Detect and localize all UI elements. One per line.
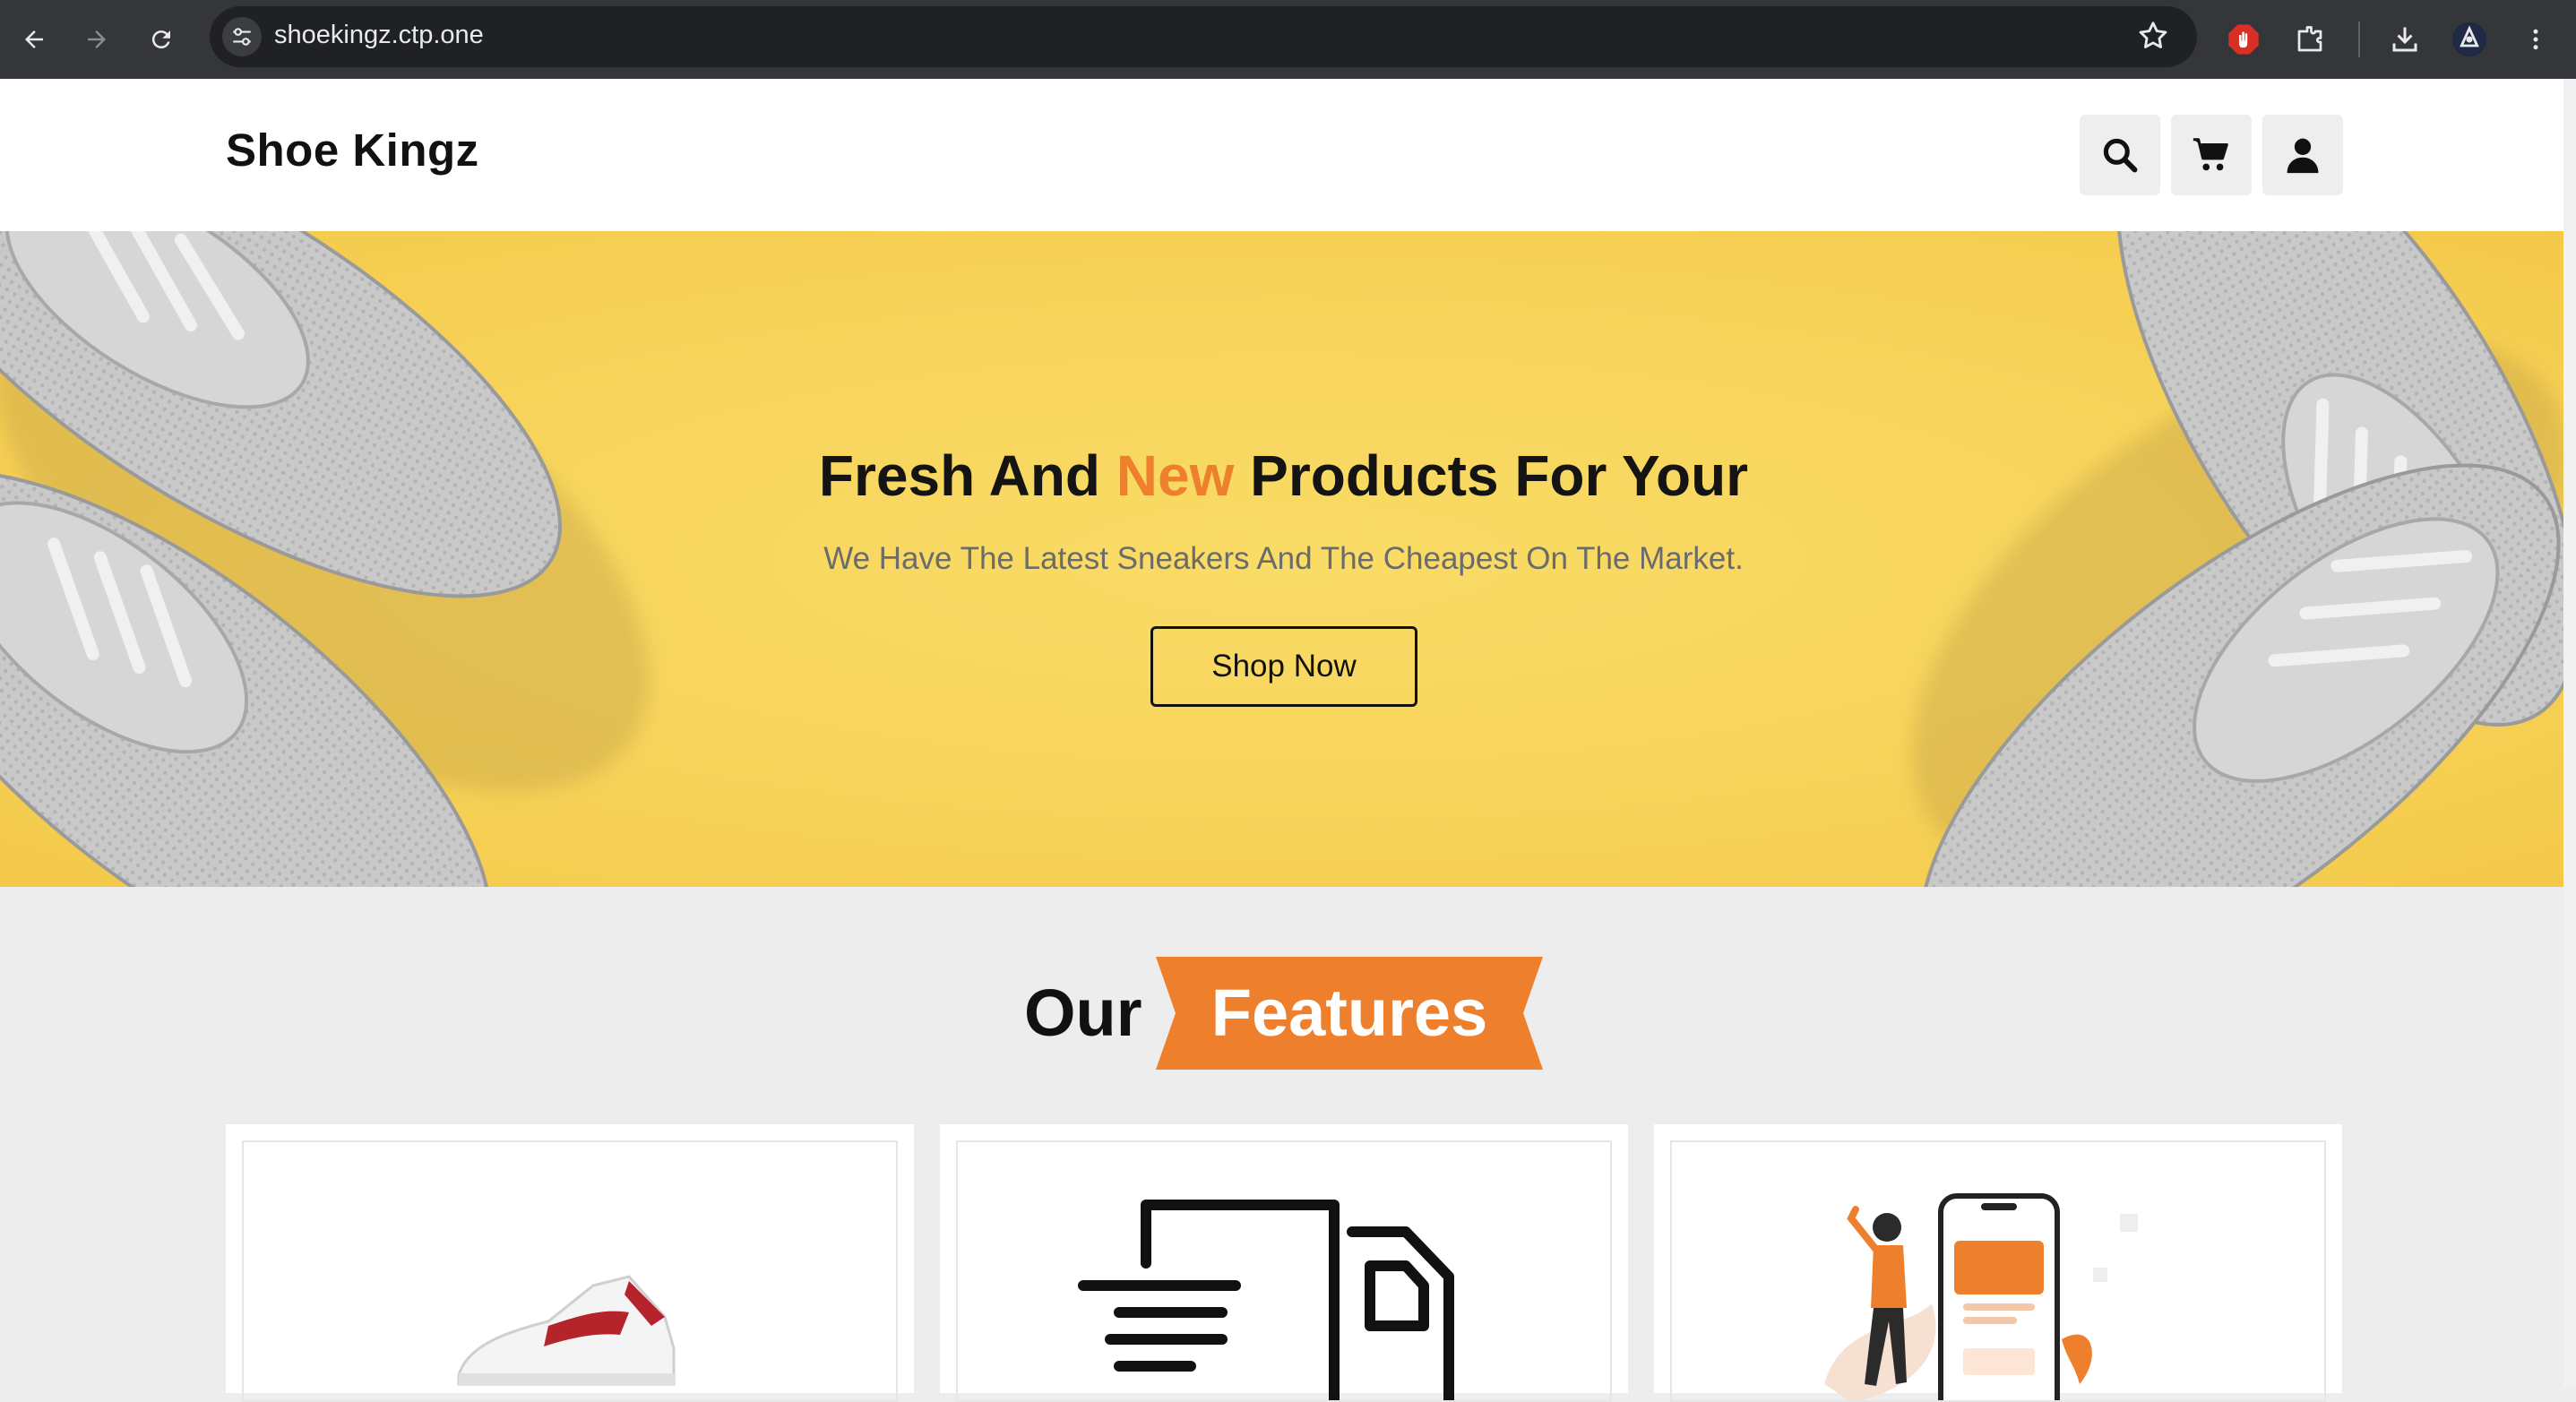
user-icon [2287, 138, 2319, 174]
search-icon [2103, 138, 2138, 173]
fast-delivery-icon [1078, 1200, 1454, 1400]
browser-menu-button[interactable] [2509, 13, 2563, 66]
hero-title: Fresh And New Products For Your [0, 443, 2567, 509]
address-bar[interactable]: shoekingz.ctp.one [210, 6, 2197, 67]
stop-hand-icon [2228, 24, 2259, 55]
browser-toolbar: shoekingz.ctp.one [0, 0, 2576, 79]
avatar-icon [2451, 22, 2487, 57]
forward-arrow-icon [88, 30, 106, 48]
reload-icon [151, 30, 170, 49]
puzzle-icon [2297, 26, 2322, 52]
site-header: Shoe Kingz [0, 79, 2576, 231]
sneaker-image [457, 1275, 676, 1386]
back-arrow-icon [25, 30, 43, 48]
cart-icon [2193, 138, 2228, 171]
hero-banner: Fresh And New Products For Your We Have … [0, 231, 2576, 887]
bookmark-button[interactable] [2136, 19, 2170, 56]
feature-card-frame [1670, 1140, 2326, 1402]
hero-title-end: Products For Your [1234, 443, 1749, 508]
profile-button[interactable] [2442, 13, 2496, 66]
shop-now-button[interactable]: Shop Now [1150, 626, 1417, 707]
feature-card [940, 1124, 1628, 1402]
features-heading-plain: Our [1024, 976, 1142, 1050]
feature-card [226, 1124, 914, 1402]
search-button[interactable] [2080, 115, 2160, 195]
toolbar-divider [2358, 22, 2360, 57]
feature-card-frame [242, 1140, 898, 1402]
reload-button[interactable] [134, 13, 188, 66]
hero-title-start: Fresh And [818, 443, 1116, 508]
downloads-button[interactable] [2378, 13, 2432, 66]
hero-title-accent: New [1116, 443, 1235, 508]
back-button[interactable] [7, 13, 61, 66]
download-icon [2392, 27, 2417, 52]
forward-button[interactable] [70, 13, 124, 66]
feature-card [1654, 1124, 2342, 1402]
extension-adblock-button[interactable] [2217, 13, 2270, 66]
url-text[interactable]: shoekingz.ctp.one [274, 21, 484, 50]
features-heading: Our Features [0, 957, 2576, 1071]
mobile-payment-illustration [1824, 1193, 2138, 1400]
tune-icon [233, 28, 251, 46]
feature-card-frame [956, 1140, 1612, 1402]
cart-button[interactable] [2171, 115, 2252, 195]
features-heading-highlight: Features [1210, 976, 1488, 1050]
site-logo[interactable]: Shoe Kingz [226, 124, 479, 176]
page-scrollbar[interactable] [2563, 79, 2576, 1387]
site-info-button[interactable] [222, 17, 262, 56]
hero-subtitle: We Have The Latest Sneakers And The Chea… [823, 541, 1744, 576]
extensions-button[interactable] [2283, 13, 2337, 66]
account-button[interactable] [2262, 115, 2343, 195]
more-vert-icon [2533, 29, 2538, 50]
star-icon [2139, 22, 2167, 48]
